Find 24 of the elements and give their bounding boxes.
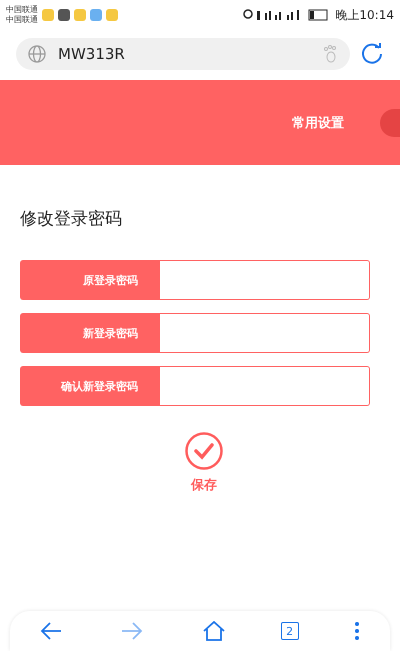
password-field[interactable] bbox=[160, 366, 370, 406]
field-label: 新登录密码 bbox=[20, 313, 160, 353]
app-icon bbox=[74, 9, 86, 21]
refresh-icon[interactable] bbox=[360, 42, 384, 66]
nav-tab[interactable]: 常用设置 bbox=[292, 114, 344, 132]
url-text: MW313R bbox=[58, 45, 126, 63]
save-button[interactable]: 保存 bbox=[179, 431, 229, 495]
password-field[interactable] bbox=[160, 260, 370, 300]
address-bar[interactable]: MW313R bbox=[16, 38, 350, 70]
carrier-name: 中国联通 bbox=[6, 15, 38, 25]
field-label: 确认新登录密码 bbox=[20, 366, 160, 406]
field-label: 原登录密码 bbox=[20, 260, 160, 300]
tabs-button[interactable]: 2 bbox=[280, 622, 299, 640]
carrier-name: 中国联通 bbox=[6, 5, 38, 15]
app-icon bbox=[58, 9, 70, 21]
form-title: 修改登录密码 bbox=[20, 208, 123, 230]
app-icon bbox=[42, 9, 54, 21]
footprint-icon[interactable] bbox=[322, 45, 338, 63]
password-field[interactable] bbox=[160, 313, 370, 353]
app-icon bbox=[90, 9, 102, 21]
clock-time: 晚上10:14 bbox=[335, 6, 394, 24]
app-icon bbox=[106, 9, 118, 21]
battery-icon bbox=[308, 9, 330, 21]
globe-icon bbox=[28, 45, 46, 63]
